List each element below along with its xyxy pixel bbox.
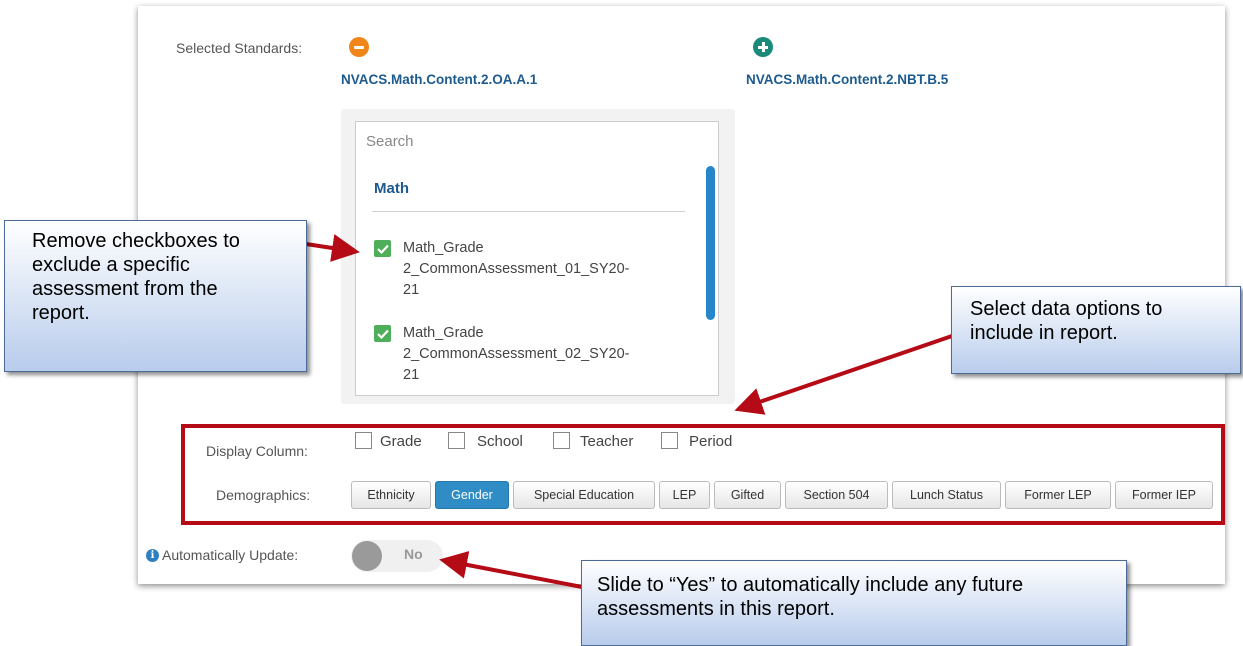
arrow-to-data-options [734, 334, 953, 415]
callout-data-options: Select data options to include in report… [951, 286, 1241, 374]
callout-remove-checkboxes: Remove checkboxes to exclude a specific … [4, 220, 307, 372]
callout-auto-update: Slide to “Yes” to automatically include … [581, 560, 1127, 646]
arrow-to-toggle [439, 551, 583, 589]
arrow-to-checkboxes [305, 234, 360, 262]
